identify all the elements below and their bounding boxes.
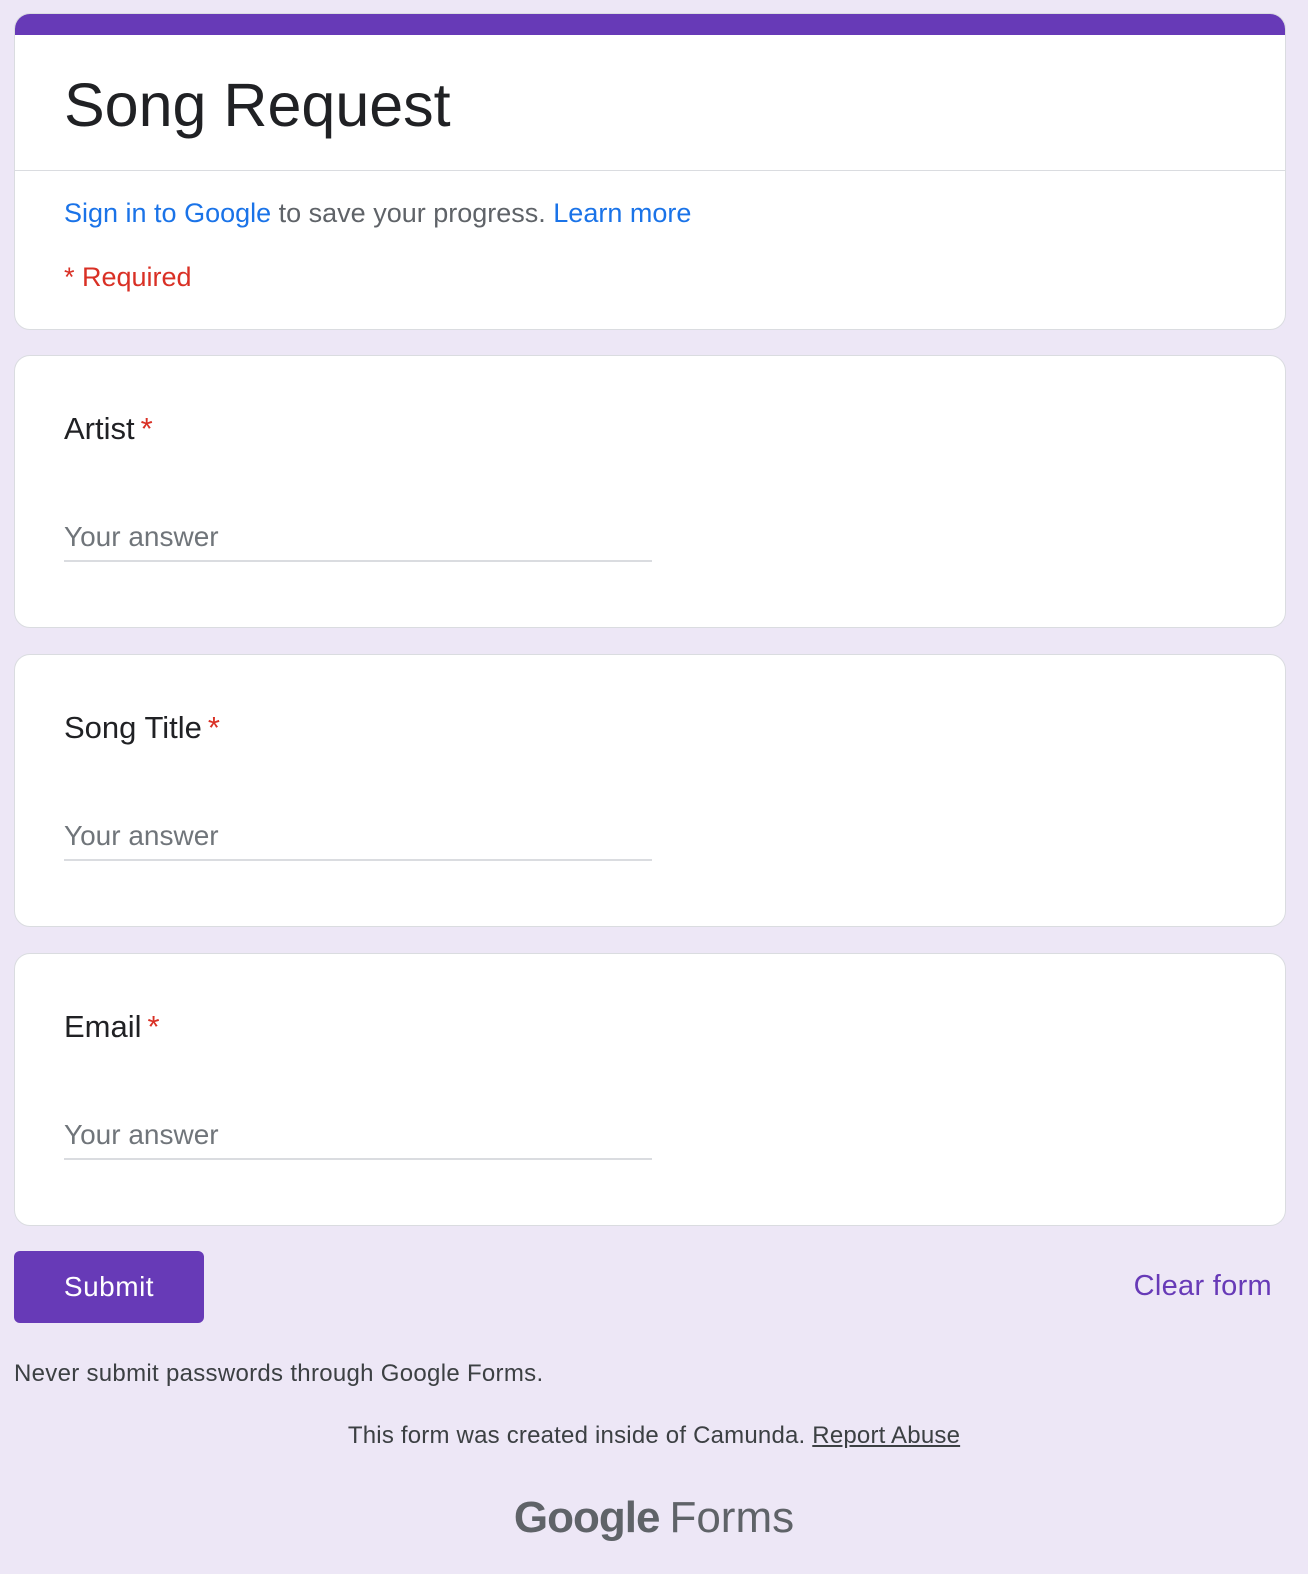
password-warning: Never submit passwords through Google Fo…	[14, 1360, 544, 1387]
signin-link[interactable]: Sign in to Google	[64, 198, 271, 228]
required-asterisk: *	[140, 411, 153, 446]
question-card-song-title: Song Title *	[14, 654, 1286, 927]
question-label-artist: Artist *	[64, 409, 153, 449]
question-label-email: Email *	[64, 1007, 160, 1047]
brand-google: Google	[513, 1493, 661, 1542]
question-card-artist: Artist *	[14, 355, 1286, 628]
header-divider	[15, 170, 1285, 171]
header-accent-bar	[15, 14, 1285, 35]
required-asterisk: *	[207, 710, 220, 745]
form-header-card: Song Request Sign in to Google to save y…	[14, 13, 1286, 330]
question-label-song-title: Song Title *	[64, 708, 220, 748]
artist-input[interactable]	[64, 514, 652, 562]
learn-more-link[interactable]: Learn more	[553, 198, 691, 228]
required-asterisk: *	[147, 1009, 160, 1044]
submit-button[interactable]: Submit	[14, 1251, 204, 1323]
created-text: This form was created inside of Camunda.	[347, 1422, 813, 1449]
signin-text: to save your progress.	[271, 198, 554, 228]
footer-created-notice: This form was created inside of Camunda.…	[0, 1420, 1308, 1452]
question-title: Artist	[64, 411, 135, 446]
song-title-input[interactable]	[64, 813, 652, 861]
question-title: Song Title	[64, 710, 202, 745]
clear-form-button[interactable]: Clear form	[1134, 1266, 1272, 1306]
required-note: * Required	[64, 262, 192, 292]
brand-forms: Forms	[669, 1493, 795, 1542]
signin-notice: Sign in to Google to save your progress.…	[64, 195, 691, 231]
report-abuse-link[interactable]: Report Abuse	[812, 1422, 960, 1449]
form-title: Song Request	[64, 71, 451, 139]
question-title: Email	[64, 1009, 142, 1044]
question-card-email: Email *	[14, 953, 1286, 1226]
google-forms-logo[interactable]: Google Forms	[0, 1490, 1308, 1546]
email-input[interactable]	[64, 1112, 652, 1160]
